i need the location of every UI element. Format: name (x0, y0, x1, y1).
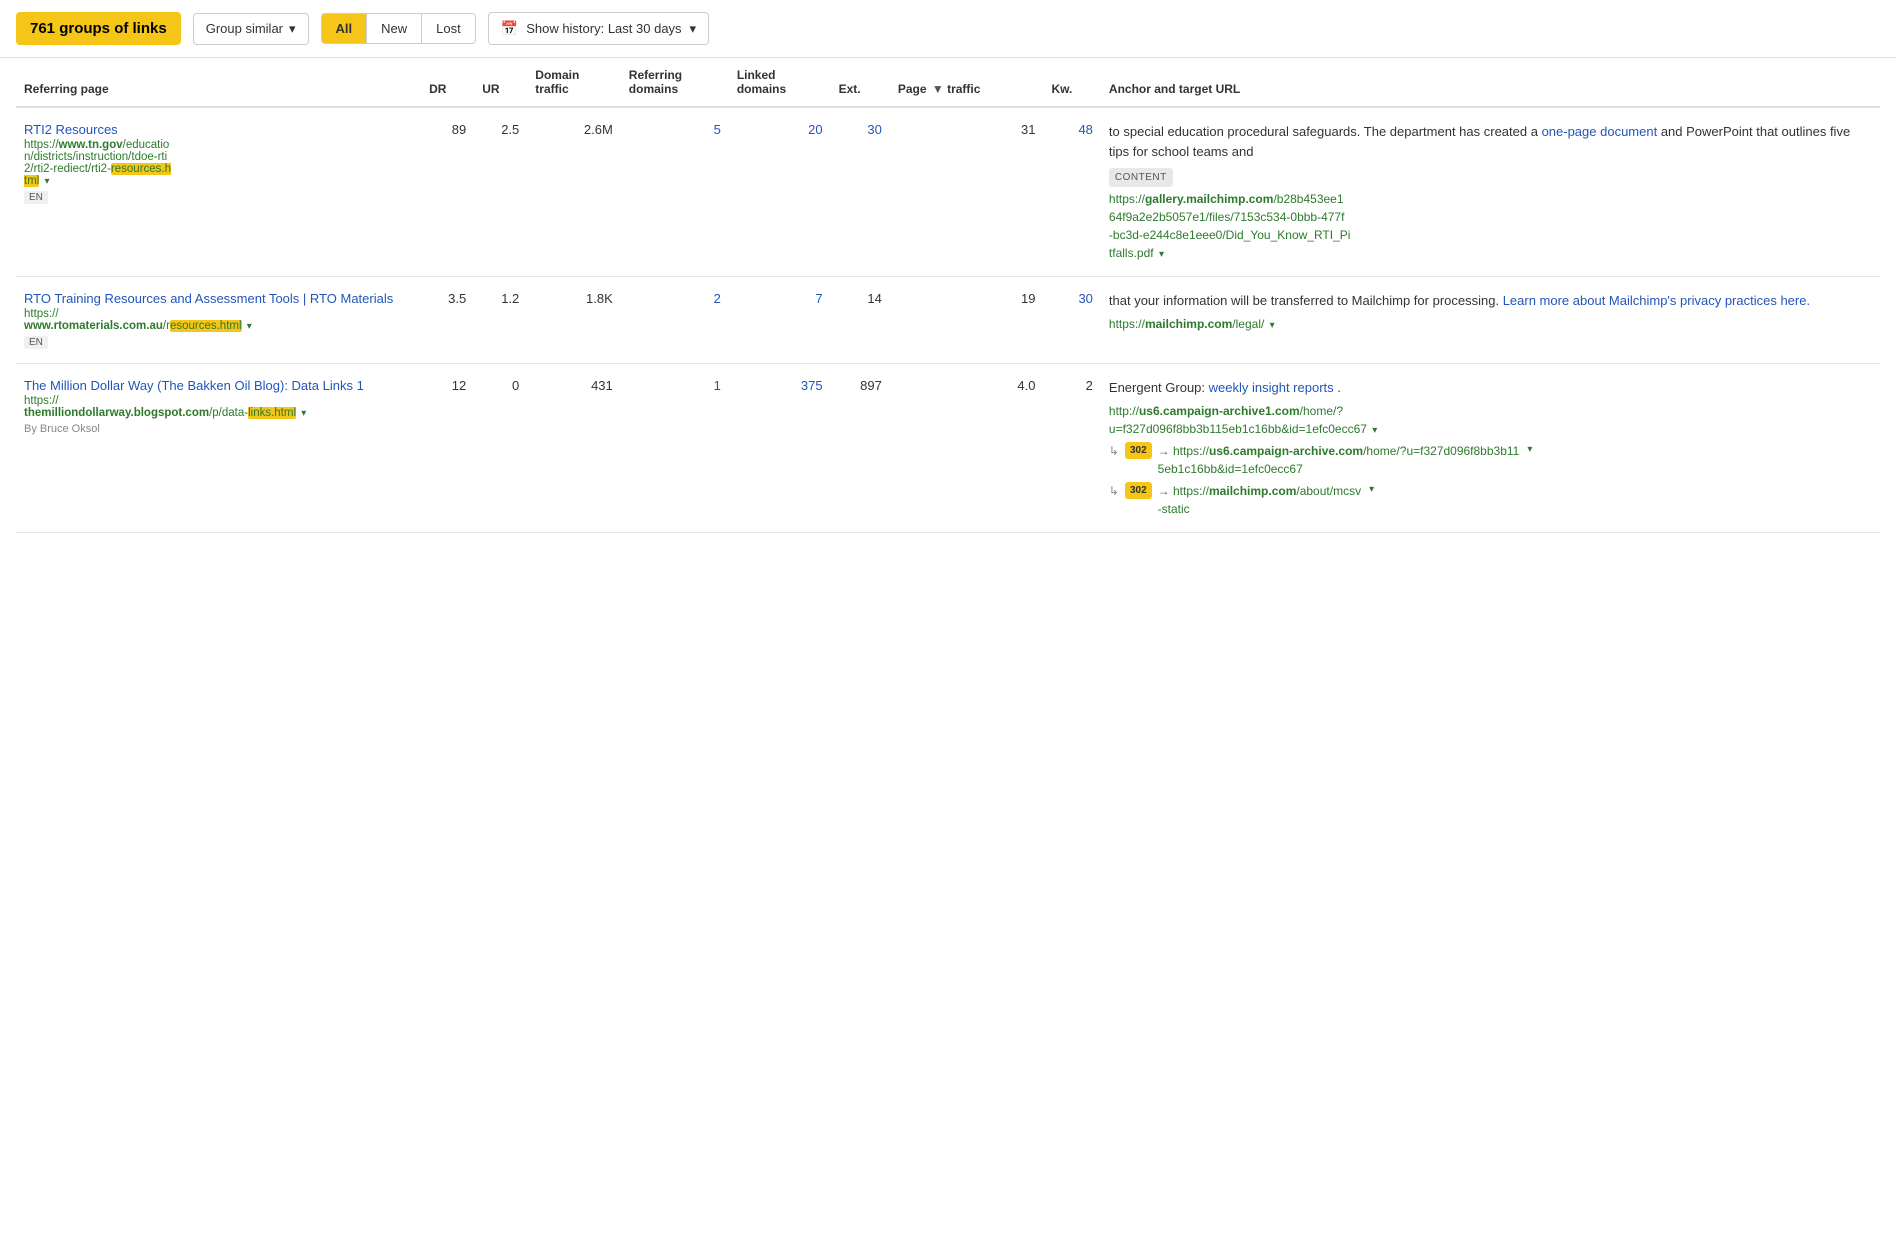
target-url-2: https://mailchimp.com/legal/ ▾ (1109, 315, 1872, 333)
domain-traffic-cell-1: 2.6M (527, 107, 621, 277)
target-url-1: https://gallery.mailchimp.com/b28b453ee1… (1109, 190, 1872, 262)
page-url-3: https://themilliondollarway.blogspot.com… (24, 395, 413, 419)
col-dr[interactable]: DR (421, 58, 474, 107)
table-row: The Million Dollar Way (The Bakken Oil B… (16, 364, 1880, 533)
col-ur[interactable]: UR (474, 58, 527, 107)
target-url-dropdown-icon-1[interactable]: ▾ (1159, 249, 1164, 260)
ext-cell-1: 30 (831, 107, 890, 277)
anchor-cell-2: that your information will be transferre… (1101, 277, 1880, 364)
content-badge-1: CONTENT (1109, 168, 1173, 187)
referring-domains-cell-3: 1 (621, 364, 729, 533)
kw-cell-2: 30 (1043, 277, 1100, 364)
linked-domains-cell-1: 20 (729, 107, 831, 277)
filter-all-button[interactable]: All (322, 14, 368, 43)
anchor-link-1[interactable]: one-page document (1542, 124, 1658, 139)
redirect-row-2: ↳ 302 → https://mailchimp.com/about/mcsv… (1109, 482, 1872, 518)
group-similar-button[interactable]: Group similar ▾ (193, 13, 309, 45)
col-ext[interactable]: Ext. (831, 58, 890, 107)
url-dropdown-icon-3[interactable]: ▾ (301, 408, 306, 419)
redirect-url-2: → https://mailchimp.com/about/mcsv-stati… (1158, 482, 1361, 518)
target-url-dropdown-icon-3[interactable]: ▾ (1372, 425, 1377, 436)
ur-cell-2: 1.2 (474, 277, 527, 364)
page-title-link-1[interactable]: RTI2 Resources (24, 122, 413, 137)
lang-badge-2: EN (24, 336, 48, 349)
redirect-dropdown-icon-1[interactable]: ▾ (1527, 442, 1532, 457)
page-traffic-cell-3: 4.0 (890, 364, 1044, 533)
page-traffic-cell-1: 31 (890, 107, 1044, 277)
table-header-row: Referring page DR UR Domaintraffic Refer… (16, 58, 1880, 107)
domain-traffic-cell-3: 431 (527, 364, 621, 533)
table-row: RTO Training Resources and Assessment To… (16, 277, 1880, 364)
ext-cell-3: 897 (831, 364, 890, 533)
referring-domains-cell-2: 2 (621, 277, 729, 364)
linked-domains-cell-2: 7 (729, 277, 831, 364)
lang-badge-1: EN (24, 191, 48, 204)
anchor-cell-3: Energent Group: weekly insight reports .… (1101, 364, 1880, 533)
redirect-dropdown-icon-2[interactable]: ▾ (1369, 482, 1374, 497)
anchor-text-1: to special education procedural safeguar… (1109, 124, 1542, 139)
col-linked-domains[interactable]: Linkeddomains (729, 58, 831, 107)
redirect-badge-1: 302 (1125, 442, 1152, 459)
redirect-row-1: ↳ 302 → https://us6.campaign-archive.com… (1109, 442, 1872, 478)
anchor-link-3[interactable]: weekly insight reports (1209, 380, 1334, 395)
dr-cell-2: 3.5 (421, 277, 474, 364)
redirect-url-1: → https://us6.campaign-archive.com/home/… (1158, 442, 1520, 478)
chevron-down-icon: ▾ (690, 21, 697, 37)
linked-domains-cell-3: 375 (729, 364, 831, 533)
col-referring-page: Referring page (16, 58, 421, 107)
redirect-arrow-icon-2: ↳ (1109, 482, 1119, 500)
ur-cell-1: 2.5 (474, 107, 527, 277)
filter-new-button[interactable]: New (367, 14, 422, 43)
dr-cell-1: 89 (421, 107, 474, 277)
kw-cell-3: 2 (1043, 364, 1100, 533)
backlinks-table-container: Referring page DR UR Domaintraffic Refer… (0, 58, 1896, 533)
target-url-3: http://us6.campaign-archive1.com/home/?u… (1109, 402, 1872, 438)
author-label-3: By Bruce Oksol (24, 423, 413, 435)
redirect-arrow-icon-1: ↳ (1109, 442, 1119, 460)
filter-group: All New Lost (321, 13, 476, 44)
show-history-button[interactable]: 📅 Show history: Last 30 days ▾ (488, 12, 709, 45)
referring-page-cell-3: The Million Dollar Way (The Bakken Oil B… (16, 364, 421, 533)
referring-domains-cell-1: 5 (621, 107, 729, 277)
target-url-dropdown-icon-2[interactable]: ▾ (1270, 320, 1275, 331)
url-dropdown-icon-1[interactable]: ▾ (45, 176, 50, 187)
domain-traffic-cell-2: 1.8K (527, 277, 621, 364)
col-kw[interactable]: Kw. (1043, 58, 1100, 107)
col-domain-traffic[interactable]: Domaintraffic (527, 58, 621, 107)
anchor-cell-1: to special education procedural safeguar… (1101, 107, 1880, 277)
anchor-text-3: Energent Group: (1109, 380, 1209, 395)
page-url-1: https://www.tn.gov/education/districts/i… (24, 139, 413, 187)
redirect-badge-2: 302 (1125, 482, 1152, 499)
dr-cell-3: 12 (421, 364, 474, 533)
referring-page-cell-1: RTI2 Resources https://www.tn.gov/educat… (16, 107, 421, 277)
groups-count-badge: 761 groups of links (16, 12, 181, 45)
ext-cell-2: 14 (831, 277, 890, 364)
toolbar: 761 groups of links Group similar ▾ All … (0, 0, 1896, 58)
chevron-down-icon: ▾ (289, 21, 296, 37)
page-title-link-3[interactable]: The Million Dollar Way (The Bakken Oil B… (24, 378, 413, 393)
calendar-icon: 📅 (501, 20, 518, 37)
col-referring-domains[interactable]: Referringdomains (621, 58, 729, 107)
page-url-2: https://www.rtomaterials.com.au/resource… (24, 308, 413, 332)
anchor-text-2: that your information will be transferre… (1109, 293, 1503, 308)
filter-lost-button[interactable]: Lost (422, 14, 475, 43)
page-title-link-2[interactable]: RTO Training Resources and Assessment To… (24, 291, 413, 306)
col-page-traffic[interactable]: Page ▼ traffic (890, 58, 1044, 107)
ur-cell-3: 0 (474, 364, 527, 533)
referring-page-cell-2: RTO Training Resources and Assessment To… (16, 277, 421, 364)
page-traffic-cell-2: 19 (890, 277, 1044, 364)
backlinks-table: Referring page DR UR Domaintraffic Refer… (16, 58, 1880, 533)
anchor-link-2[interactable]: Learn more about Mailchimp's privacy pra… (1503, 293, 1810, 308)
col-anchor-target: Anchor and target URL (1101, 58, 1880, 107)
kw-cell-1: 48 (1043, 107, 1100, 277)
url-dropdown-icon-2[interactable]: ▾ (247, 321, 252, 332)
table-row: RTI2 Resources https://www.tn.gov/educat… (16, 107, 1880, 277)
